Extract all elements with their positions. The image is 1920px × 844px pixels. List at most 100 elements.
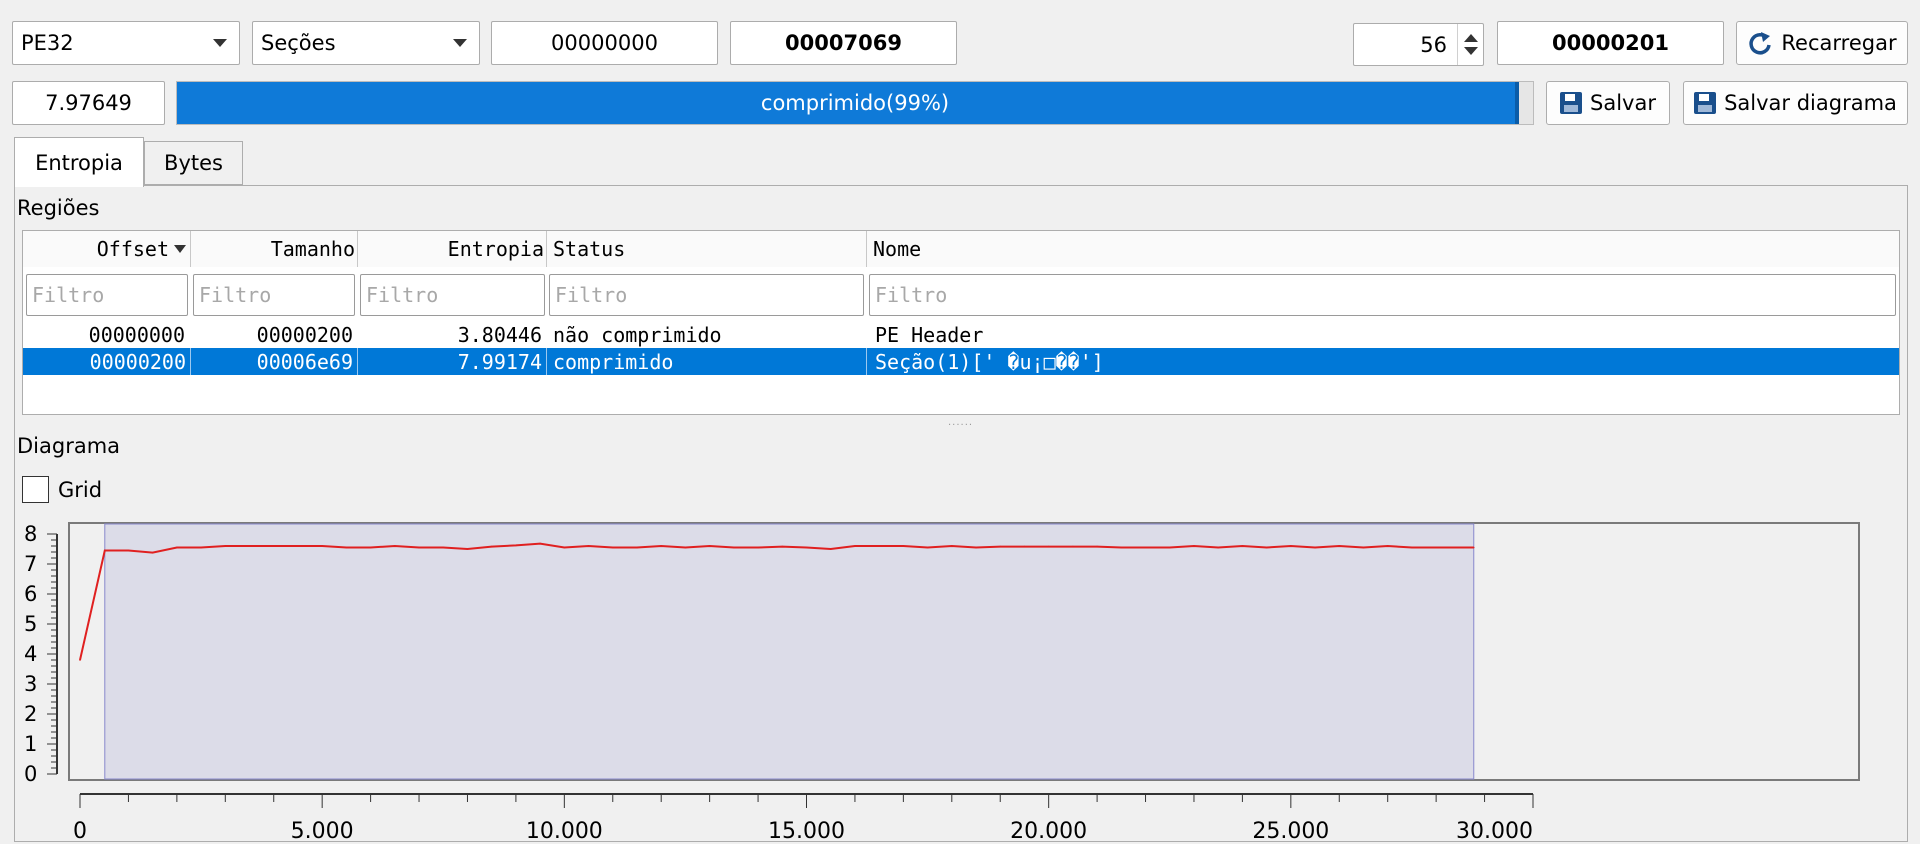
offset-value: 00000000 bbox=[551, 31, 658, 55]
x-tick-label: 0 bbox=[73, 819, 87, 842]
file-type-value: PE32 bbox=[21, 31, 74, 55]
column-header-size-label: Tamanho bbox=[270, 237, 355, 261]
series-point bbox=[563, 546, 566, 549]
series-point bbox=[1047, 545, 1050, 548]
filter-placeholder: Filtro bbox=[555, 283, 628, 307]
table-row-selected[interactable]: 00000200 00006e69 7.99174 comprimido Seç… bbox=[23, 348, 1899, 375]
total-entropy-value: 7.97649 bbox=[45, 91, 132, 115]
column-header-entropy[interactable]: Entropia bbox=[358, 231, 547, 267]
region-mode-select[interactable]: Seções bbox=[252, 21, 480, 65]
row-entropy: 7.99174 bbox=[358, 348, 547, 375]
offset-field[interactable]: 00000000 bbox=[491, 21, 718, 65]
total-entropy-field: 7.97649 bbox=[12, 81, 165, 125]
size-field[interactable]: 00007069 bbox=[730, 21, 957, 65]
series-point bbox=[490, 545, 493, 548]
x-tick-label: 30.000 bbox=[1456, 819, 1533, 842]
offset-filter-input[interactable]: Filtro bbox=[26, 274, 188, 316]
row-offset: 00000200 bbox=[23, 348, 191, 375]
series-point bbox=[1338, 545, 1341, 547]
column-header-name[interactable]: Nome bbox=[867, 231, 1899, 267]
sort-down-icon bbox=[174, 245, 186, 253]
y-tick-label: 0 bbox=[24, 762, 37, 786]
column-header-name-label: Nome bbox=[873, 237, 922, 261]
series-point bbox=[248, 545, 251, 547]
series-point bbox=[539, 542, 541, 545]
spin-up-icon[interactable] bbox=[1464, 34, 1478, 42]
save-label: Salvar bbox=[1590, 91, 1656, 115]
series-point bbox=[224, 545, 227, 547]
tab-entropia-label: Entropia bbox=[35, 150, 123, 175]
grid-checkbox[interactable] bbox=[22, 476, 49, 503]
y-tick-label: 5 bbox=[24, 612, 37, 636]
series-point bbox=[1193, 545, 1195, 547]
y-tick-label: 1 bbox=[24, 732, 37, 756]
series-point bbox=[1144, 546, 1147, 549]
name-filter-input[interactable]: Filtro bbox=[869, 274, 1896, 316]
x-axis: 0 5.000 10.000 15.000 20.000 25.000 30.000 bbox=[73, 793, 1534, 842]
row-size: 00006e69 bbox=[191, 348, 358, 375]
column-header-status-label: Status bbox=[553, 237, 626, 261]
column-header-offset-label: Offset bbox=[96, 237, 169, 261]
series-point bbox=[902, 545, 905, 547]
series-point bbox=[297, 545, 299, 547]
spin-buttons[interactable] bbox=[1457, 24, 1483, 65]
column-header-entropy-label: Entropia bbox=[447, 237, 544, 261]
spin-down-icon[interactable] bbox=[1464, 47, 1478, 55]
row-status: não comprimido bbox=[553, 322, 722, 347]
region-highlight bbox=[104, 523, 1475, 780]
x-tick-label: 25.000 bbox=[1252, 819, 1329, 842]
x-tick-label: 10.000 bbox=[526, 819, 603, 842]
series-point bbox=[854, 545, 856, 547]
filter-placeholder: Filtro bbox=[32, 283, 105, 307]
filter-placeholder: Filtro bbox=[875, 283, 948, 307]
series-point bbox=[1023, 545, 1026, 548]
count-spinbox[interactable]: 56 bbox=[1353, 23, 1484, 66]
column-header-status[interactable]: Status bbox=[547, 231, 867, 267]
file-type-select[interactable]: PE32 bbox=[12, 21, 240, 65]
region-mode-value: Seções bbox=[261, 31, 336, 55]
series-point bbox=[1120, 546, 1123, 549]
series-point bbox=[103, 549, 106, 552]
series-point bbox=[127, 549, 130, 552]
series-point bbox=[1168, 546, 1171, 549]
block-size-field[interactable]: 00000201 bbox=[1497, 21, 1724, 65]
entropy-filter-input[interactable]: Filtro bbox=[360, 274, 545, 316]
progress-text: comprimido(99%) bbox=[760, 91, 950, 115]
reload-button[interactable]: Recarregar bbox=[1736, 21, 1908, 65]
tab-bytes[interactable]: Bytes bbox=[144, 141, 243, 185]
save-diagram-button[interactable]: Salvar diagrama bbox=[1683, 81, 1908, 125]
save-button[interactable]: Salvar bbox=[1546, 81, 1670, 125]
series-point bbox=[1362, 546, 1365, 549]
series-point bbox=[708, 545, 711, 547]
save-diagram-label: Salvar diagrama bbox=[1724, 91, 1897, 115]
y-tick-label: 4 bbox=[24, 642, 37, 666]
save-icon bbox=[1694, 92, 1717, 114]
refresh-icon bbox=[1749, 32, 1772, 55]
entropy-progress-bar: comprimido(99%) bbox=[176, 81, 1534, 125]
column-header-size[interactable]: Tamanho bbox=[191, 231, 358, 267]
table-row[interactable]: 00000000 00000200 3.80446 não comprimido… bbox=[23, 321, 1899, 348]
series-point bbox=[1411, 546, 1413, 549]
size-filter-input[interactable]: Filtro bbox=[193, 274, 355, 316]
row-name: PE Header bbox=[875, 322, 984, 347]
series-point bbox=[272, 545, 275, 547]
series-point bbox=[1290, 545, 1292, 547]
series-point bbox=[878, 545, 880, 547]
splitter-handle[interactable]: ...... bbox=[948, 418, 973, 428]
row-status: comprimido bbox=[547, 348, 867, 375]
entropy-chart: 0 1 2 3 4 5 6 7 8 0 5.000 10.000 15.000 20.000 25.000… bbox=[24, 522, 1860, 842]
y-axis: 0 1 2 3 4 5 6 7 8 bbox=[24, 522, 58, 786]
series-point bbox=[1472, 546, 1475, 549]
tab-entropia[interactable]: Entropia bbox=[14, 137, 144, 187]
x-tick-label: 15.000 bbox=[768, 819, 845, 842]
series-point bbox=[587, 545, 590, 547]
series-point bbox=[611, 546, 614, 549]
series-point bbox=[733, 546, 735, 549]
series-point bbox=[781, 545, 784, 548]
regions-table: Offset Tamanho Entropia Status Nome Filt… bbox=[22, 230, 1900, 415]
column-header-offset[interactable]: Offset bbox=[23, 231, 191, 267]
status-filter-input[interactable]: Filtro bbox=[549, 274, 864, 316]
series-point bbox=[1096, 545, 1098, 548]
series-point bbox=[1265, 546, 1268, 549]
series-point bbox=[466, 548, 469, 550]
